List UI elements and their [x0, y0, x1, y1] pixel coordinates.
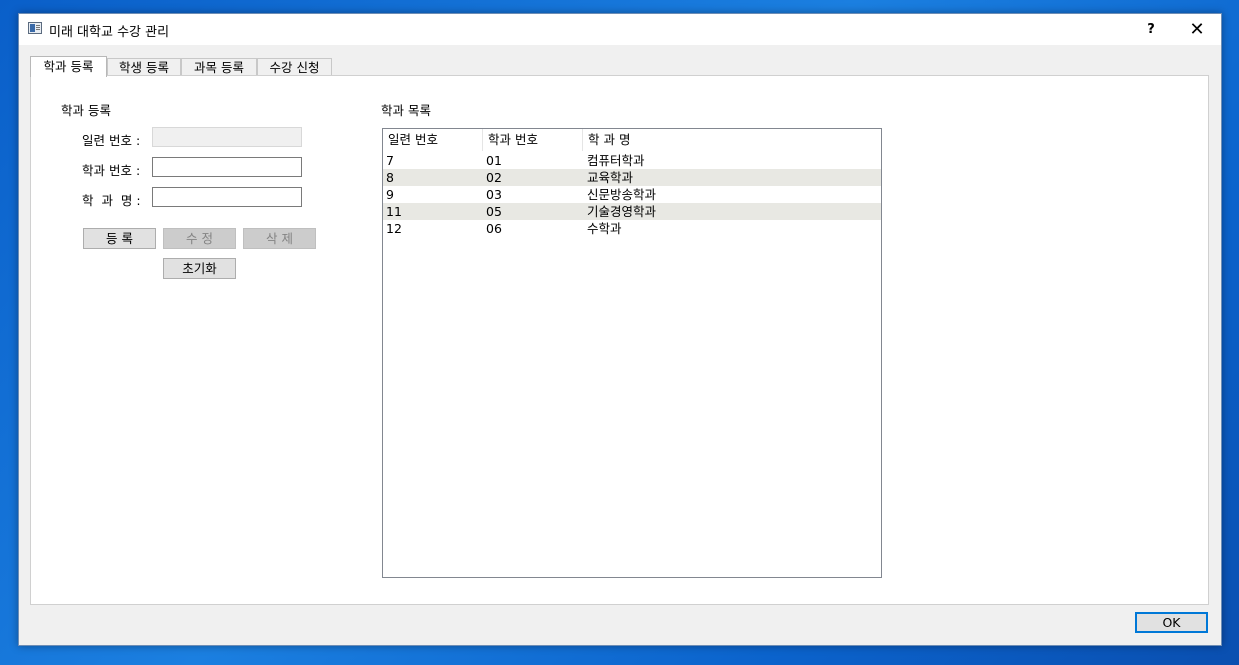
form-group-label: 학과 등록 — [61, 103, 111, 118]
reset-button[interactable]: 초기화 — [163, 258, 236, 279]
dept-list-view[interactable]: 일련 번호 학과 번호 학 과 명 7 01 컴퓨터학과 8 02 교육학과 9… — [382, 128, 882, 578]
cell-dept-name: 수학과 — [587, 221, 622, 236]
modify-button[interactable]: 수 정 — [163, 228, 236, 249]
cell-dept-name: 컴퓨터학과 — [587, 153, 645, 168]
cell-dept-code: 02 — [486, 170, 502, 185]
list-header: 일련 번호 학과 번호 학 과 명 — [383, 129, 881, 151]
list-item[interactable]: 11 05 기술경영학과 — [383, 203, 881, 220]
column-header-dept-code[interactable]: 학과 번호 — [483, 129, 583, 151]
cell-dept-name: 기술경영학과 — [587, 204, 657, 219]
column-header-serial[interactable]: 일련 번호 — [383, 129, 483, 151]
list-item[interactable]: 9 03 신문방송학과 — [383, 186, 881, 203]
help-button[interactable]: ? — [1129, 14, 1173, 45]
cell-dept-code: 06 — [486, 221, 502, 236]
ok-button[interactable]: OK — [1135, 612, 1208, 633]
tab-student-register[interactable]: 학생 등록 — [107, 58, 181, 76]
cell-dept-name: 교육학과 — [587, 170, 634, 185]
column-header-dept-name[interactable]: 학 과 명 — [583, 129, 881, 151]
list-group-label: 학과 목록 — [381, 103, 431, 118]
list-item[interactable]: 8 02 교육학과 — [383, 169, 881, 186]
register-button[interactable]: 등 록 — [83, 228, 156, 249]
dept-name-input[interactable] — [152, 187, 302, 207]
cell-dept-name: 신문방송학과 — [587, 187, 657, 202]
app-window-icon — [28, 22, 42, 34]
window-title: 미래 대학교 수강 관리 — [49, 25, 170, 40]
tab-enrollment[interactable]: 수강 신청 — [257, 58, 332, 76]
serial-label: 일련 번호 : — [82, 133, 141, 148]
cell-serial: 9 — [386, 187, 394, 202]
tab-panel-dept-register: 학과 등록 일련 번호 : 학과 번호 : 학 과 명 : 등 록 수 정 삭 … — [30, 75, 1209, 605]
cell-dept-code: 01 — [486, 153, 502, 168]
cell-dept-code: 03 — [486, 187, 502, 202]
dept-code-label: 학과 번호 : — [82, 163, 141, 178]
list-item[interactable]: 7 01 컴퓨터학과 — [383, 152, 881, 169]
dept-name-label: 학 과 명 : — [82, 193, 141, 208]
delete-button[interactable]: 삭 제 — [243, 228, 316, 249]
list-item[interactable]: 12 06 수학과 — [383, 220, 881, 237]
title-bar: 미래 대학교 수강 관리 ? ✕ — [19, 14, 1221, 45]
cell-serial: 7 — [386, 153, 394, 168]
cell-serial: 11 — [386, 204, 402, 219]
close-icon: ✕ — [1189, 19, 1205, 40]
close-button[interactable]: ✕ — [1175, 14, 1219, 45]
cell-serial: 12 — [386, 221, 402, 236]
serial-input — [152, 127, 302, 147]
tab-dept-register[interactable]: 학과 등록 — [30, 56, 107, 77]
dialog-window: 미래 대학교 수강 관리 ? ✕ 학과 등록 학생 등록 과목 등록 수강 신청… — [18, 13, 1222, 646]
cell-serial: 8 — [386, 170, 394, 185]
cell-dept-code: 05 — [486, 204, 502, 219]
dept-code-input[interactable] — [152, 157, 302, 177]
tab-course-register[interactable]: 과목 등록 — [181, 58, 257, 76]
